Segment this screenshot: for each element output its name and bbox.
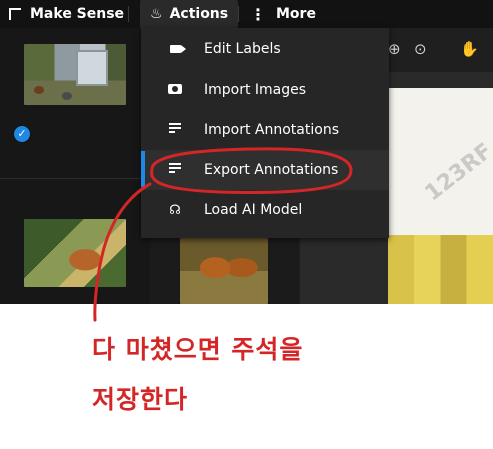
divider [128, 6, 129, 22]
top-navigation-bar: Make Sense ♨ Actions ⋮ More [0, 0, 493, 28]
brand: Make Sense [8, 0, 124, 28]
actions-menu-button[interactable]: ♨ Actions [140, 0, 239, 28]
zoom-fit-icon[interactable]: ⊙ [414, 40, 427, 58]
menu-item-label: Export Annotations [204, 162, 339, 178]
brand-name: Make Sense [30, 6, 125, 22]
menu-item-label: Edit Labels [204, 41, 281, 57]
tag-icon [166, 42, 186, 57]
actions-dropdown-menu: Edit Labels Import Images Import Annotat… [141, 28, 389, 238]
export-list-icon [166, 162, 184, 178]
more-label: More [276, 6, 316, 22]
menu-item-label: Import Annotations [204, 122, 339, 138]
flame-icon: ♨ [150, 6, 163, 22]
chicken-shape [62, 92, 72, 100]
app-window: Make Sense ♨ Actions ⋮ More ✓ ⊕ ⊙ ✋ 123R… [0, 0, 493, 304]
annotation-text-line-2: 저장한다 [92, 385, 189, 414]
chicken-coop-shape [76, 50, 108, 86]
hand-pan-icon[interactable]: ✋ [460, 40, 479, 58]
zoom-in-icon[interactable]: ⊕ [388, 40, 401, 58]
import-list-icon [166, 122, 184, 138]
annotation-text-line-1: 다 마쳤으면 주석을 [92, 335, 304, 364]
menu-item-import-annotations[interactable]: Import Annotations [141, 110, 389, 150]
camera-icon [166, 83, 184, 98]
image-thumbnail[interactable] [180, 238, 268, 304]
image-thumbnail[interactable] [24, 44, 126, 105]
menu-item-label: Load AI Model [204, 202, 303, 218]
actions-label: Actions [169, 6, 229, 22]
menu-item-label: Import Images [204, 82, 307, 98]
menu-item-import-images[interactable]: Import Images [141, 70, 389, 110]
menu-item-edit-labels[interactable]: Edit Labels [141, 29, 389, 69]
image-thumbnail[interactable] [24, 219, 126, 287]
menu-item-load-ai-model[interactable]: ☊ Load AI Model [141, 190, 389, 230]
divider [238, 6, 239, 22]
make-sense-logo-icon [8, 7, 22, 21]
chicken-shape [34, 86, 44, 94]
menu-item-export-annotations[interactable]: Export Annotations [141, 150, 389, 190]
active-item-indicator [141, 151, 145, 187]
ai-brain-icon: ☊ [169, 202, 181, 218]
more-vertical-icon: ⋮ [250, 4, 266, 24]
checked-icon: ✓ [13, 125, 31, 143]
more-menu-button[interactable]: ⋮ More [250, 0, 316, 28]
